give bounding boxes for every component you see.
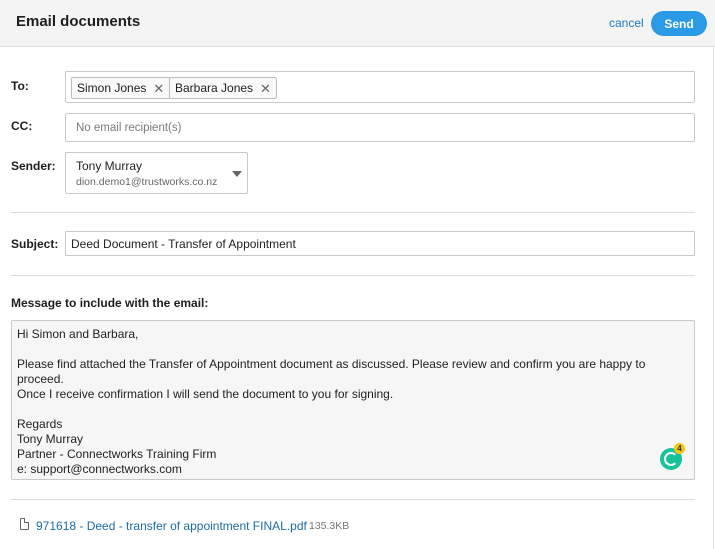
send-button[interactable]: Send: [651, 11, 707, 36]
grammarly-icon[interactable]: 4: [660, 443, 685, 470]
attachment-size: 135.3KB: [309, 520, 350, 532]
subject-field: [65, 231, 695, 256]
document-icon: [20, 518, 29, 530]
remove-recipient-icon[interactable]: ✕: [153, 82, 164, 95]
message-textarea[interactable]: [12, 321, 694, 479]
message-label: Message to include with the email:: [11, 296, 209, 310]
sender-email: dion.demo1@trustworks.co.nz: [76, 176, 218, 188]
cc-label: CC:: [11, 119, 33, 133]
dialog-header: Email documents cancel Send: [0, 0, 715, 47]
sender-select[interactable]: Tony Murray dion.demo1@trustworks.co.nz: [65, 152, 248, 194]
sender-label: Sender:: [11, 159, 56, 173]
to-field[interactable]: Simon Jones ✕ Barbara Jones ✕: [65, 71, 695, 103]
attachment-link[interactable]: 971618 - Deed - transfer of appointment …: [36, 519, 307, 533]
section-divider: [11, 499, 695, 500]
cc-input[interactable]: [66, 114, 694, 141]
recipient-name: Simon Jones: [77, 81, 147, 95]
subject-label: Subject:: [11, 237, 59, 251]
cc-field: [65, 113, 695, 142]
panel-edge: [713, 47, 714, 549]
grammarly-badge: 4: [674, 443, 685, 454]
cancel-link[interactable]: cancel: [609, 16, 644, 30]
recipient-name: Barbara Jones: [175, 81, 254, 95]
recipient-chip: Barbara Jones ✕: [169, 77, 277, 99]
section-divider: [11, 212, 695, 213]
to-label: To:: [11, 79, 29, 93]
message-field: [11, 320, 695, 480]
subject-input[interactable]: [66, 232, 694, 255]
recipient-chip: Simon Jones ✕: [71, 77, 171, 99]
caret-down-icon: [232, 171, 242, 177]
dialog-title: Email documents: [16, 13, 141, 30]
sender-name: Tony Murray: [76, 159, 143, 173]
remove-recipient-icon[interactable]: ✕: [260, 82, 271, 95]
grammarly-g-icon: [664, 452, 678, 466]
section-divider: [11, 275, 695, 276]
